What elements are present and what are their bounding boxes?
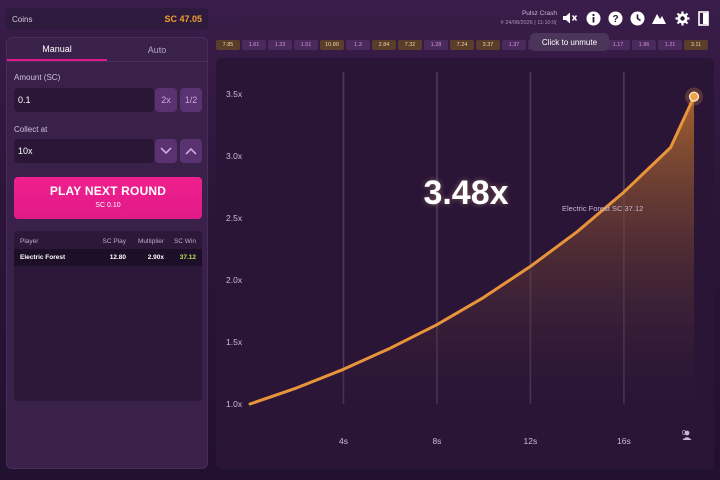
y-tick-label: 1.5x: [226, 337, 243, 347]
svg-text:?: ?: [612, 14, 618, 25]
y-tick-label: 1.0x: [226, 399, 243, 409]
play-button-label: PLAY NEXT ROUND: [49, 184, 167, 198]
history-chip: 1.61: [242, 40, 266, 50]
row-multiplier: 2.90x: [147, 254, 164, 261]
table-row: Electric Forest 12.80 2.90x 37.12: [14, 249, 202, 266]
amount-label: Amount (SC): [14, 73, 61, 82]
bets-table-header: Player SC Play Multiplier SC Win: [14, 231, 202, 249]
play-button-amount: SC 0.10: [95, 202, 121, 209]
col-sc-win: SC Win: [173, 238, 196, 245]
round-id: # 24/08/2026 | 11:10:0(: [500, 20, 557, 26]
x-tick-label: 8s: [432, 436, 441, 446]
history-chip: 1.21: [658, 40, 682, 50]
y-tick-label: 2.0x: [226, 275, 243, 285]
amount-input[interactable]: 0.1: [14, 88, 154, 112]
multiplier-chart: 4s 8s 12s 16s 1.0x 1.5x 2.0x 2.5x 3.0x 3.5x 3.48x…: [216, 58, 714, 469]
curve-end-point: [688, 91, 700, 102]
x-tick-label: 4s: [339, 436, 348, 446]
mute-icon[interactable]: [562, 10, 578, 26]
collect-increase-button[interactable]: [180, 139, 202, 163]
exit-icon[interactable]: [697, 10, 713, 26]
double-amount-button[interactable]: 2x: [155, 88, 177, 112]
tab-manual[interactable]: Manual: [7, 38, 107, 61]
half-amount-button[interactable]: 1/2: [180, 88, 202, 112]
game-title: Pulsz Crash: [521, 10, 557, 17]
multiplier-chart-svg: 4s 8s 12s 16s 1.0x 1.5x 2.0x 2.5x 3.0x 3.5x: [226, 72, 703, 446]
y-tick-label: 2.5x: [226, 213, 243, 223]
history-chip: 7.32: [398, 40, 422, 50]
tab-auto[interactable]: Auto: [107, 38, 207, 61]
col-player: Player: [20, 238, 39, 245]
row-player: Electric Forest: [20, 254, 66, 261]
history-chip: 1.17: [606, 40, 630, 50]
chevron-down-icon: [160, 147, 172, 155]
curve-area: [250, 96, 694, 404]
y-tick-label: 3.5x: [226, 89, 243, 99]
row-play: 12.80: [109, 254, 126, 261]
col-sc-play: SC Play: [102, 238, 126, 245]
settings-icon[interactable]: [674, 10, 690, 26]
history-chip: 10.80: [320, 40, 344, 50]
collect-decrease-button[interactable]: [155, 139, 177, 163]
play-next-round-button[interactable]: PLAY NEXT ROUND SC 0.10: [14, 177, 202, 219]
history-chip: 3.37: [476, 40, 500, 50]
help-icon[interactable]: ?: [607, 10, 623, 26]
wallet-balance: SC 47.05: [164, 14, 202, 24]
history-chip: 1.37: [502, 40, 526, 50]
leaderboard-icon[interactable]: [651, 10, 667, 26]
history-chip: 1.3: [346, 40, 370, 50]
x-tick-label: 12s: [524, 436, 538, 446]
user-icon: [682, 430, 692, 440]
history-chip: 3.11: [684, 40, 708, 50]
history-chip: 1.51: [294, 40, 318, 50]
wallet-label: Coins: [12, 14, 33, 24]
cashout-label: Electric Forest SC 37.12: [562, 204, 644, 213]
history-chip: 2.84: [372, 40, 396, 50]
x-tick-label: 16s: [617, 436, 631, 446]
history-chip: 1.23: [268, 40, 292, 50]
mute-tooltip: Click to unmute: [530, 33, 609, 51]
current-multiplier: 3.48x: [423, 174, 509, 212]
bets-table: Player SC Play Multiplier SC Win Electri…: [14, 231, 202, 401]
collect-at-input[interactable]: 10x: [14, 139, 154, 163]
info-icon[interactable]: [585, 10, 601, 26]
history-chip: 1.28: [424, 40, 448, 50]
crash-game-app: Coins SC 47.05 Manual Auto Amount (SC) 0…: [0, 0, 720, 480]
history-chip: 1.96: [632, 40, 656, 50]
round-history: 7.85 1.61 1.23 1.51 10.80 1.3 2.84 7.32 1.28 7.24…: [216, 40, 716, 50]
mode-tabs: Manual Auto: [7, 38, 207, 62]
history-chip: 7.85: [216, 40, 240, 50]
col-multiplier: Multiplier: [137, 238, 164, 245]
wallet-bar: Coins SC 47.05: [6, 8, 208, 30]
bet-panel: Manual Auto Amount (SC) 0.1 2x 1/2 Colle…: [6, 37, 208, 469]
chevron-up-icon: [185, 147, 197, 155]
history-chip: 7.24: [450, 40, 474, 50]
y-tick-label: 3.0x: [226, 151, 243, 161]
collect-label: Collect at: [14, 125, 48, 134]
row-win: 37.12: [179, 254, 196, 261]
history-icon[interactable]: [629, 10, 645, 26]
players-online: 0: [682, 430, 692, 440]
